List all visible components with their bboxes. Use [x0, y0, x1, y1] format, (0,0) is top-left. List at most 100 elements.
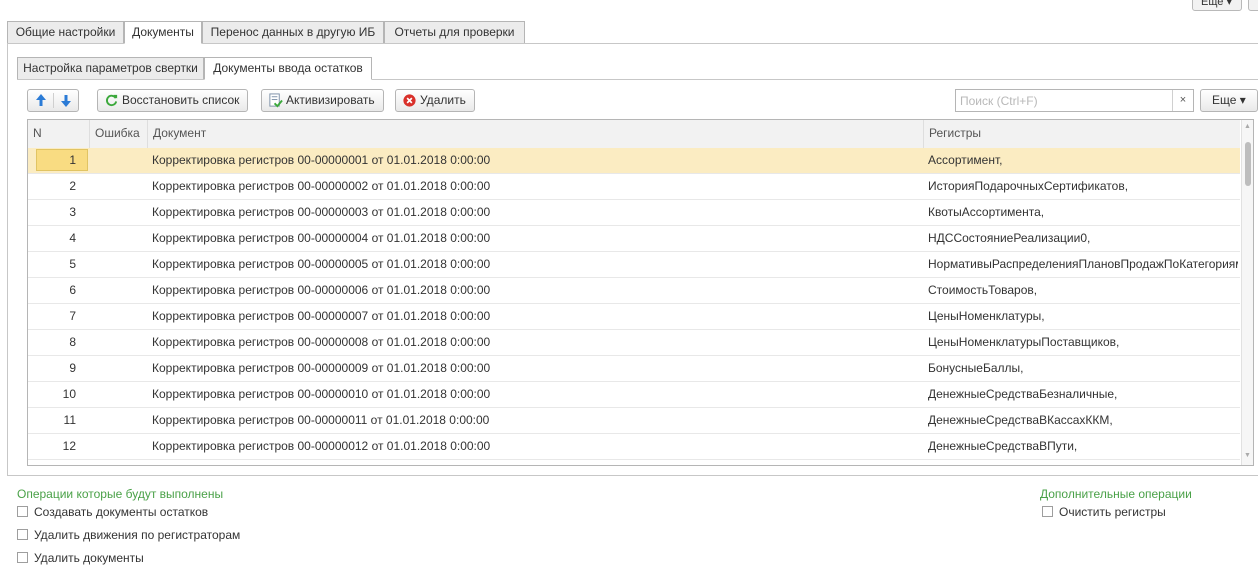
row-number: 8 — [69, 335, 76, 349]
row-number: 1 — [69, 153, 76, 167]
column-header-document[interactable]: Документ — [148, 120, 924, 148]
row-document: Корректировка регистров 00-00000010 от 0… — [152, 387, 491, 401]
row-error — [90, 434, 148, 459]
subtab-opening-balance-docs[interactable]: Документы ввода остатков — [204, 57, 372, 80]
activate-label: Активизировать — [286, 93, 375, 107]
table-scrollbar[interactable]: ▲ ▼ — [1241, 120, 1253, 465]
table-row[interactable]: 12 Корректировка регистров 00-00000012 о… — [28, 434, 1240, 460]
row-registers: НормативыРаспределенияПлановПродажПоКате… — [928, 257, 1238, 271]
row-registers: СтоимостьТоваров, — [928, 283, 1038, 297]
search-clear-button[interactable]: × — [1172, 90, 1193, 111]
table-row[interactable]: 2 Корректировка регистров 00-00000002 от… — [28, 174, 1240, 200]
table-row[interactable]: 5 Корректировка регистров 00-00000005 от… — [28, 252, 1240, 278]
checkbox-label: Удалить документы — [34, 551, 144, 565]
row-registers: ЦеныНоменклатурыПоставщиков, — [928, 335, 1120, 349]
delete-icon — [403, 94, 416, 107]
row-registers: БонусныеБаллы, — [928, 361, 1024, 375]
row-number: 4 — [69, 231, 76, 245]
table-row[interactable]: 3 Корректировка регистров 00-00000003 от… — [28, 200, 1240, 226]
row-document: Корректировка регистров 00-00000006 от 0… — [152, 283, 491, 297]
table-header: N Ошибка Документ Регистры — [28, 120, 1240, 149]
row-document: Корректировка регистров 00-00000005 от 0… — [152, 257, 491, 271]
table-row[interactable]: 7 Корректировка регистров 00-00000007 от… — [28, 304, 1240, 330]
checkbox[interactable] — [17, 529, 28, 540]
row-registers: НДССостояниеРеализации0, — [928, 231, 1091, 245]
row-document: Корректировка регистров 00-00000008 от 0… — [152, 335, 491, 349]
refresh-icon — [106, 94, 118, 107]
row-error — [90, 278, 148, 303]
subtab-fold-settings[interactable]: Настройка параметров свертки — [17, 57, 204, 80]
row-number: 11 — [63, 413, 76, 427]
row-error — [90, 356, 148, 381]
operations-title: Операции которые будут выполнены — [17, 487, 224, 501]
delete-label: Удалить — [420, 93, 466, 107]
row-number: 9 — [69, 361, 76, 375]
row-registers: КвотыАссортимента, — [928, 205, 1045, 219]
checkbox[interactable] — [17, 552, 28, 563]
top-more-button[interactable]: Еще ▾ — [1192, 0, 1242, 11]
table-row[interactable]: 11 Корректировка регистров 00-00000011 о… — [28, 408, 1240, 434]
move-buttons-group — [27, 89, 79, 112]
table-row[interactable]: 10 Корректировка регистров 00-00000010 о… — [28, 382, 1240, 408]
row-error — [90, 330, 148, 355]
checkbox-label: Удалить движения по регистраторам — [34, 528, 241, 542]
row-registers: ДенежныеСредстваБезналичные, — [928, 387, 1118, 401]
row-error — [90, 382, 148, 407]
column-header-error[interactable]: Ошибка — [90, 120, 148, 148]
restore-list-label: Восстановить список — [122, 93, 240, 107]
checkbox-label: Создавать документы остатков — [34, 505, 209, 519]
row-document: Корректировка регистров 00-00000004 от 0… — [152, 231, 491, 245]
row-document: Корректировка регистров 00-00000007 от 0… — [152, 309, 491, 323]
delete-button[interactable]: Удалить — [395, 89, 475, 112]
row-error — [90, 148, 148, 173]
table-row[interactable]: 4 Корректировка регистров 00-00000004 от… — [28, 226, 1240, 252]
row-registers: Ассортимент, — [928, 153, 1003, 167]
checkbox-label: Очистить регистры — [1059, 505, 1166, 519]
row-registers: ДенежныеСредстваВКассахККМ, — [928, 413, 1113, 427]
column-header-n[interactable]: N — [28, 120, 90, 148]
restore-list-button[interactable]: Восстановить список — [97, 89, 249, 112]
search-input[interactable] — [955, 89, 1194, 112]
move-up-icon[interactable] — [28, 90, 80, 111]
documents-table: N Ошибка Документ Регистры 1 Корректиров… — [27, 119, 1254, 466]
activate-button[interactable]: Активизировать — [261, 89, 384, 112]
row-error — [90, 304, 148, 329]
row-number: 6 — [69, 283, 76, 297]
row-document: Корректировка регистров 00-00000003 от 0… — [152, 205, 491, 219]
row-error — [90, 408, 148, 433]
tab-check-reports[interactable]: Отчеты для проверки — [384, 21, 525, 44]
table-row[interactable]: 9 Корректировка регистров 00-00000009 от… — [28, 356, 1240, 382]
row-error — [90, 226, 148, 251]
row-error — [90, 174, 148, 199]
scroll-down-icon[interactable]: ▼ — [1244, 452, 1251, 459]
table-row[interactable]: 6 Корректировка регистров 00-00000006 от… — [28, 278, 1240, 304]
row-number: 7 — [69, 309, 76, 323]
row-document: Корректировка регистров 00-00000011 от 0… — [152, 413, 490, 427]
row-registers: ЦеныНоменклатуры, — [928, 309, 1045, 323]
row-number: 12 — [62, 439, 76, 453]
tab-general-settings[interactable]: Общие настройки — [7, 21, 124, 44]
row-number: 3 — [69, 205, 76, 219]
top-extra-button[interactable] — [1248, 0, 1258, 11]
tab-data-transfer[interactable]: Перенос данных в другую ИБ — [202, 21, 384, 44]
table-row[interactable]: 1 Корректировка регистров 00-00000001 от… — [28, 148, 1240, 174]
row-document: Корректировка регистров 00-00000002 от 0… — [152, 179, 491, 193]
checkbox[interactable] — [1042, 506, 1053, 517]
more-button[interactable]: Еще ▾ — [1200, 89, 1258, 112]
column-header-registers[interactable]: Регистры — [924, 120, 1240, 148]
scroll-up-icon[interactable]: ▲ — [1244, 123, 1251, 130]
row-error — [90, 252, 148, 277]
table-row[interactable]: 8 Корректировка регистров 00-00000008 от… — [28, 330, 1240, 356]
row-registers: ИсторияПодарочныхСертификатов, — [928, 179, 1129, 193]
scrollbar-thumb[interactable] — [1245, 142, 1251, 186]
row-registers: ДенежныеСредстваВПути, — [928, 439, 1078, 453]
row-number: 2 — [69, 179, 76, 193]
row-document: Корректировка регистров 00-00000012 от 0… — [152, 439, 491, 453]
checkbox[interactable] — [17, 506, 28, 517]
row-document: Корректировка регистров 00-00000001 от 0… — [152, 153, 491, 167]
tab-documents[interactable]: Документы — [124, 21, 202, 44]
document-check-icon — [269, 93, 283, 108]
row-number: 5 — [69, 257, 76, 271]
extra-operations-title: Дополнительные операции — [1040, 487, 1192, 501]
row-document: Корректировка регистров 00-00000009 от 0… — [152, 361, 491, 375]
